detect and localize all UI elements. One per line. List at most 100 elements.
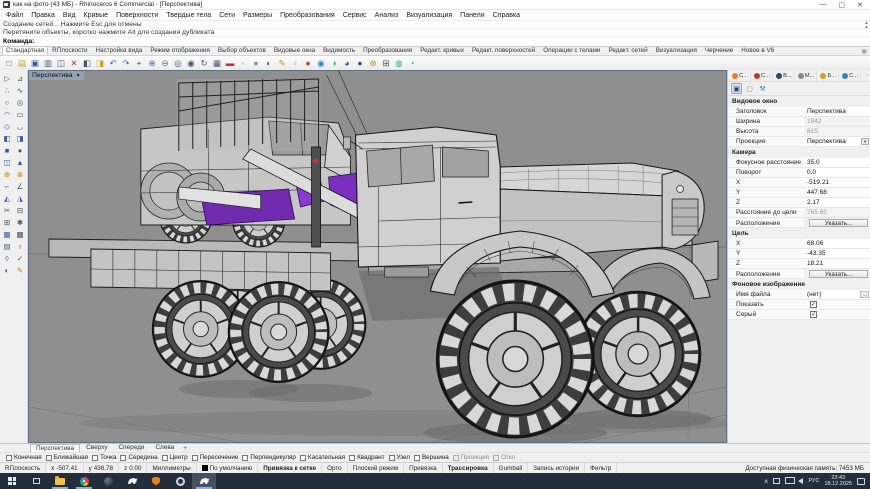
toolbar-tab-drafting[interactable]: Черчение (701, 46, 737, 55)
command-scrollbar[interactable]: ▲▼ (864, 21, 869, 31)
history-toggle[interactable]: Запись истории (528, 463, 585, 473)
panel-tab-libraries[interactable]: Б... (818, 71, 839, 81)
explorer-button[interactable] (48, 473, 72, 489)
move-icon[interactable]: + (133, 57, 145, 69)
browse-file-button[interactable]: … (860, 291, 869, 298)
toolbar-tab-display[interactable]: Режим отображения (146, 46, 214, 55)
scale-tool-icon[interactable]: ◊ (1, 252, 13, 264)
ring-app-button[interactable] (168, 473, 192, 489)
panel-tab-rendering[interactable]: В... (774, 71, 795, 81)
chrome-button[interactable] (72, 473, 96, 489)
display-half-icon[interactable]: ◑ (328, 57, 340, 69)
panel-tab-materials[interactable]: М... (796, 71, 818, 81)
toolbar-tab-standard[interactable]: Стандартная (2, 46, 48, 55)
surface-tool-icon[interactable]: ◧ (1, 132, 13, 144)
toolbar-tab-curve-edit[interactable]: Редакт. кривых (416, 46, 468, 55)
toolbar-tab-cplanes[interactable]: RПлоскости (48, 46, 91, 55)
camera-z-value[interactable]: 2.17 (804, 198, 870, 207)
earth-icon[interactable]: ◍ (393, 57, 405, 69)
viewport-tab-left[interactable]: Слева (150, 444, 179, 452)
menu-dimensions[interactable]: Размеры (239, 12, 276, 19)
toolbar-tab-solid-ops[interactable]: Операции с телами (539, 46, 604, 55)
nurbs-tool-icon[interactable]: ▩ (14, 228, 26, 240)
layer-button[interactable]: По умолчанию (197, 463, 259, 473)
panel-tab-layers[interactable]: С... (752, 71, 773, 81)
command-prompt[interactable]: Команда: (0, 37, 870, 46)
cplane-button[interactable]: RПлоскость (0, 463, 46, 473)
menu-help[interactable]: Справка (489, 12, 524, 19)
polygon-tool-icon[interactable]: ◇ (1, 120, 13, 132)
rotation-value[interactable]: 0.0 (804, 168, 870, 177)
focal-length-value[interactable]: 35.0 (804, 158, 870, 167)
duplicate-icon[interactable]: ◫ (55, 57, 67, 69)
rhino-app-button[interactable] (120, 473, 144, 489)
panel-overflow-icon[interactable]: ◦ (866, 73, 868, 79)
boolean-union-icon[interactable]: ⊕ (1, 168, 13, 180)
help-icon[interactable]: ◔ (406, 57, 418, 69)
osnap-end[interactable]: Конечная (6, 454, 42, 461)
panel-tab-properties[interactable]: С... (730, 71, 751, 81)
menu-transform[interactable]: Преобразования (276, 12, 339, 19)
close-button[interactable]: ✕ (857, 1, 863, 9)
lock-icon[interactable]: ● (250, 57, 262, 69)
revolve-tool-icon[interactable]: ◮ (14, 192, 26, 204)
toolbar-tab-select[interactable]: Выбор объектов (214, 46, 270, 55)
copy-icon[interactable]: ◧ (81, 57, 93, 69)
print-icon[interactable]: ▥ (42, 57, 54, 69)
notification-center-icon[interactable] (857, 478, 865, 485)
undo-icon[interactable]: ↶ (107, 57, 119, 69)
trim-tool-icon[interactable]: ✂ (1, 204, 13, 216)
grid-snap-toggle[interactable]: Привязка к сетке (258, 463, 322, 473)
perspective-viewport[interactable]: Перспектива ▼ (28, 70, 727, 443)
toolbar-tab-rendering[interactable]: Визуализация (652, 46, 701, 55)
viewport-tab-front[interactable]: Спереди (114, 444, 150, 452)
camera-place-button[interactable]: Указать... (809, 219, 868, 227)
save-icon[interactable]: ▣ (29, 57, 41, 69)
world-icon[interactable]: ● (354, 57, 366, 69)
point-tool-icon[interactable]: ∴ (1, 84, 13, 96)
toolbar-tab-visibility[interactable]: Видимость (319, 46, 359, 55)
split-tool-icon[interactable]: ⊟ (14, 204, 26, 216)
cone-tool-icon[interactable]: ▲ (14, 156, 26, 168)
delete-icon[interactable]: ✕ (68, 57, 80, 69)
menu-surfaces[interactable]: Поверхности (112, 12, 162, 19)
toolbar-options-icon[interactable]: ▣ (861, 48, 867, 55)
volume-icon[interactable] (798, 478, 803, 484)
target-x-value[interactable]: 68.06 (804, 239, 870, 248)
menu-edit[interactable]: Правка (27, 12, 59, 19)
camera-x-value[interactable]: -519.21 (804, 178, 870, 187)
toolbar-tab-surface-edit[interactable]: Редакт. поверхностей (468, 46, 539, 55)
osnap-knot[interactable]: Узел (389, 454, 410, 461)
zoom-out-icon[interactable]: ⊖ (159, 57, 171, 69)
circle-tool-icon[interactable]: ○ (1, 96, 13, 108)
menu-solids[interactable]: Твердые тела (162, 12, 215, 19)
menu-panels[interactable]: Панели (456, 12, 488, 19)
osnap-intersection[interactable]: Пересечение (192, 454, 239, 461)
osnap-toggle[interactable]: Привязка (404, 463, 443, 473)
mirror-tool-icon[interactable]: ◐ (1, 264, 13, 276)
link-icon[interactable]: ⊞ (380, 57, 392, 69)
viewport-properties-icon[interactable]: ▣ (731, 83, 742, 94)
panel-tab-help[interactable]: С... (840, 71, 861, 81)
extrude-tool-icon[interactable]: ◭ (1, 192, 13, 204)
osnap-near[interactable]: Ближайшая (46, 454, 88, 461)
new-file-icon[interactable]: □ (3, 57, 15, 69)
osnap-quadrant[interactable]: Квадрант (349, 454, 384, 461)
menu-file[interactable]: Файл (2, 12, 27, 19)
menu-render[interactable]: Визуализация (402, 12, 456, 19)
lamp-icon[interactable]: ♀ (289, 57, 301, 69)
osnap-tangent[interactable]: Касательная (300, 454, 345, 461)
chamfer-tool-icon[interactable]: ∠ (14, 180, 26, 192)
zoom-window-icon[interactable]: ◎ (172, 57, 184, 69)
explode-tool-icon[interactable]: ✱ (14, 216, 26, 228)
toolbar-tab-viewports[interactable]: Видовые окна (270, 46, 319, 55)
zoom-target-icon[interactable]: ◉ (185, 57, 197, 69)
paste-icon[interactable]: ◨ (94, 57, 106, 69)
target-place-button[interactable]: Указать... (809, 270, 868, 278)
array-tool-icon[interactable]: ▤ (1, 240, 13, 252)
viewport-tab-top[interactable]: Сверху (81, 444, 112, 452)
projection-dropdown[interactable]: Перспектива▼ (804, 137, 870, 146)
background-file-value[interactable]: (нет)… (804, 290, 870, 299)
tray-expand-icon[interactable]: ∧ (764, 478, 768, 485)
section-viewport[interactable]: Видовое окно (728, 96, 870, 107)
